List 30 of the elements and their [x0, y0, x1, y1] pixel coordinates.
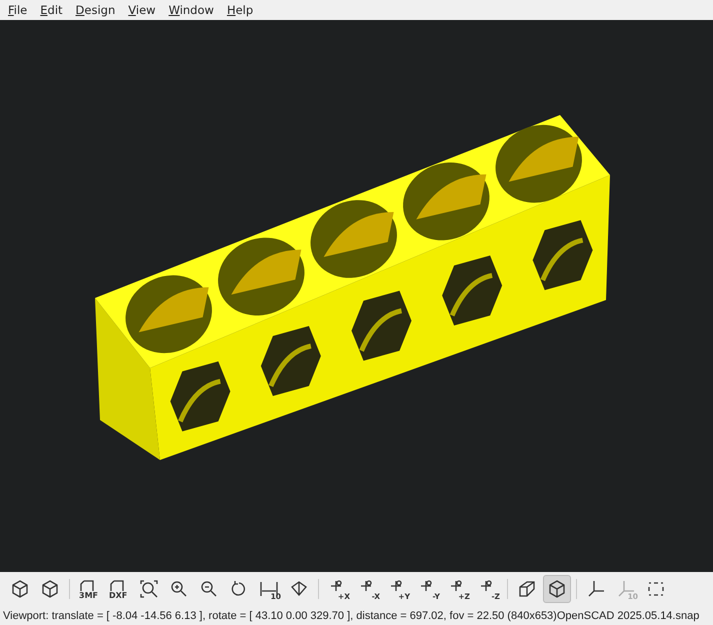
- 3d-viewport[interactable]: [0, 20, 713, 572]
- menu-item[interactable]: Help: [226, 3, 254, 17]
- ruler-icon: [259, 579, 279, 599]
- axis-view-icon: [450, 580, 462, 592]
- axis-view-icon: [420, 580, 432, 592]
- axis-view-icon: [360, 580, 372, 592]
- menu-item[interactable]: View: [128, 3, 156, 17]
- toolbar-button[interactable]: 3MF: [75, 575, 103, 603]
- zoom-fit-icon: [139, 579, 159, 599]
- toolbar-button[interactable]: [543, 575, 571, 603]
- scale-markers-icon: [616, 579, 636, 599]
- preview-cube-icon: [10, 579, 30, 599]
- menu-item[interactable]: Design: [76, 3, 116, 17]
- viewport-info: Viewport: translate = [ -8.04 -14.56 6.13 ], rotate = [ 43.10 0.00 329.70 ], distance = 697.02, fov = 22.50 (840x653): [3, 610, 557, 622]
- menu-item[interactable]: Edit: [40, 3, 63, 17]
- axis-view-icon: [390, 580, 402, 592]
- export-file-icon: [80, 580, 94, 592]
- version-label: OpenSCAD 2025.05.14.snap: [556, 610, 700, 622]
- perspective-box-icon: [517, 579, 537, 599]
- zoom-out-icon: [199, 579, 219, 599]
- export-file-icon: [110, 580, 124, 592]
- menu-item[interactable]: Window: [168, 3, 214, 17]
- render-cube-icon: [40, 579, 60, 599]
- menu-item[interactable]: File: [8, 3, 28, 17]
- axis-view-icon: [480, 580, 492, 592]
- zoom-in-icon: [169, 579, 189, 599]
- orthogonal-cube-icon: [547, 579, 567, 599]
- axes-icon: [586, 579, 606, 599]
- axis-view-icon: [330, 580, 342, 592]
- toolbar-button[interactable]: DXF: [105, 575, 133, 603]
